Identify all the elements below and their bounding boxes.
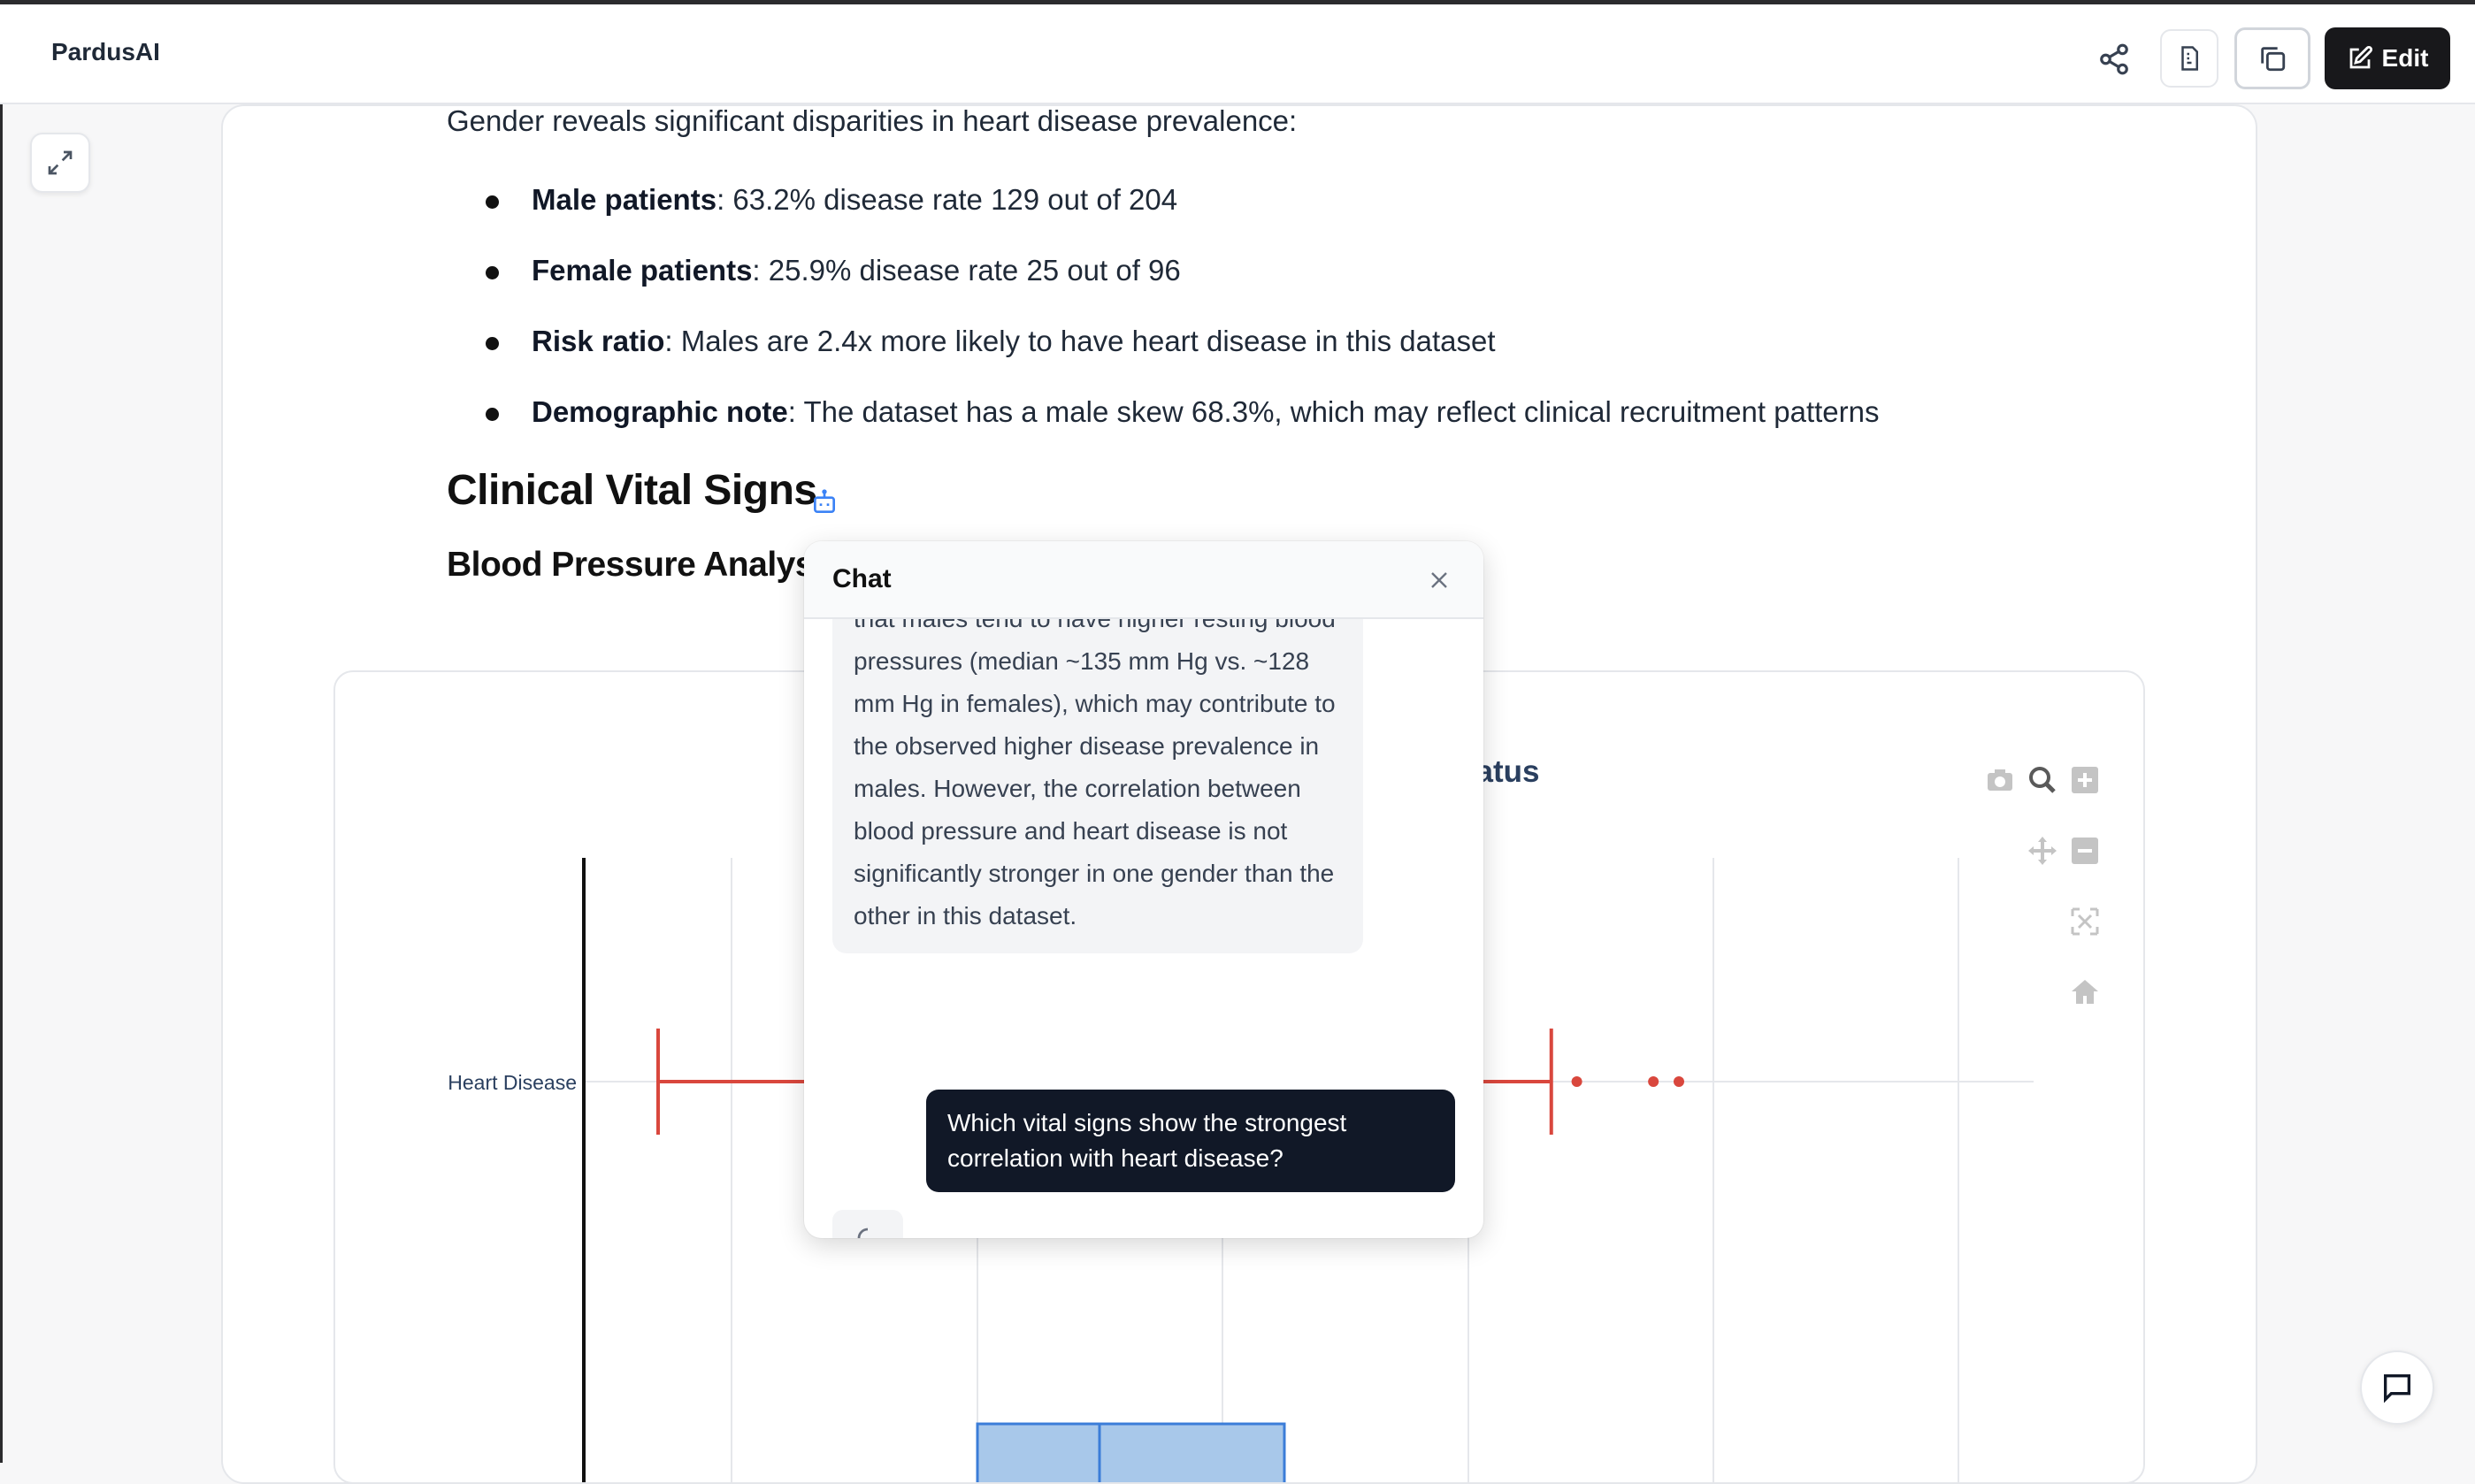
edit-label: Edit [2381,44,2429,72]
assistant-message: that males tend to have higher resting b… [832,619,1363,953]
brand-name: PardusAI [51,38,160,65]
open-chat-button[interactable] [2360,1350,2434,1425]
chat-bubble-icon [2384,1374,2410,1404]
ai-assistant-button[interactable] [810,488,839,521]
document-icon [2181,46,2198,71]
export-document-button[interactable] [2160,29,2218,88]
outlier-point [1648,1076,1659,1087]
reset-axes-icon[interactable] [2072,980,2098,1004]
outlier-point [1571,1076,1582,1087]
loading-indicator [832,1210,903,1238]
list-item: Risk ratio: Males are 2.4x more likely t… [447,317,1879,387]
spinner-icon [857,1228,877,1238]
expand-button[interactable] [30,133,90,193]
no-disease-box [976,1422,1286,1482]
list-item: Male patients: 63.2% disease rate 129 ou… [447,175,1879,246]
share-button[interactable] [2095,34,2134,84]
robot-icon [814,489,835,513]
subsection-title: Blood Pressure Analysi [447,546,824,584]
copy-icon [2261,47,2286,72]
zoom-in-icon[interactable] [2072,767,2098,793]
outlier-point [1674,1076,1684,1087]
chat-panel: Chat that males tend to have higher rest… [804,541,1483,1238]
expand-icon [48,150,73,175]
left-rail [0,104,3,1463]
duplicate-button[interactable] [2234,27,2310,89]
chat-title: Chat [832,564,892,593]
chart-modebar [1988,767,2099,1004]
close-icon [1431,572,1447,588]
chat-close-button[interactable] [1423,564,1455,596]
zoom-icon[interactable] [2029,767,2056,793]
intro-text: Gender reveals significant disparities i… [447,104,1298,137]
zoom-out-icon[interactable] [2072,838,2098,864]
camera-icon[interactable] [1988,769,2012,791]
y-tick-label: Heart Disease [448,1071,577,1094]
user-message: Which vital signs show the strongest cor… [926,1090,1455,1192]
pan-icon[interactable] [2028,837,2057,865]
chat-messages[interactable]: that males tend to have higher resting b… [804,619,1483,1238]
edit-icon [2349,45,2372,69]
autoscale-icon[interactable] [2071,907,2099,936]
gender-bullets: Male patients: 63.2% disease rate 129 ou… [447,175,1879,458]
chat-header: Chat [804,541,1483,619]
list-item: Female patients: 25.9% disease rate 25 o… [447,246,1879,317]
section-title: Clinical Vital Signs [447,467,817,514]
share-icon [2100,43,2128,75]
list-item: Demographic note: The dataset has a male… [447,387,1879,458]
edit-button[interactable]: Edit [2325,27,2450,89]
app-header: PardusAI Edit [0,4,2475,104]
